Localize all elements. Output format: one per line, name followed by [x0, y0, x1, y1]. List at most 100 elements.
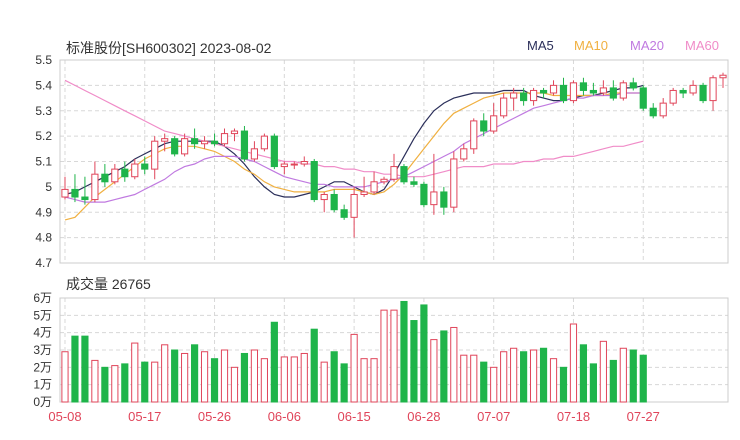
volume-bar [141, 361, 149, 403]
candle-body [121, 168, 129, 178]
volume-bar [280, 356, 288, 403]
candle-body [290, 163, 298, 166]
volume-bar [629, 349, 637, 403]
candle-body [599, 87, 607, 94]
candle-body [171, 138, 179, 155]
price-tick-label: 5.2 [35, 129, 52, 143]
volume-bar [390, 309, 398, 403]
candle-body [440, 191, 448, 208]
candle-body [450, 158, 458, 208]
candle-body [400, 166, 408, 183]
candle-body [280, 163, 288, 168]
volume-bar [639, 354, 647, 403]
volume-bar [500, 351, 508, 403]
candle-body [500, 97, 508, 117]
date-label: 07-07 [477, 409, 510, 424]
candle-body [191, 138, 199, 145]
candle-body [629, 82, 637, 89]
volume-bar [350, 333, 358, 403]
volume-bar [370, 358, 378, 403]
volume-bar [310, 328, 318, 403]
price-tick-label: 5.4 [35, 78, 52, 92]
volume-bar [400, 300, 408, 403]
volume-tick-label: 4万 [33, 326, 52, 340]
candle-body [360, 191, 368, 195]
candle-body [639, 87, 647, 109]
volume-bar [420, 304, 428, 403]
candle-body [181, 138, 189, 155]
date-label: 06-15 [337, 409, 370, 424]
volume-tick-label: 5万 [33, 308, 52, 322]
candle-body [210, 140, 219, 145]
candle-body [350, 193, 358, 218]
date-label: 05-17 [128, 409, 161, 424]
candle-body [709, 77, 717, 102]
candle-body [719, 74, 727, 79]
candle-body [529, 89, 538, 102]
candle-body [240, 130, 249, 160]
candle-body [539, 89, 548, 94]
candle-body [520, 92, 528, 102]
volume-bar [200, 351, 209, 403]
candle-body [659, 102, 667, 117]
candle-body [679, 89, 687, 94]
volume-bar [529, 349, 538, 403]
candle-body [230, 130, 239, 135]
volume-bar [210, 358, 219, 403]
date-label: 06-28 [407, 409, 440, 424]
candle-body [161, 138, 169, 142]
volume-bar [549, 358, 558, 403]
volume-bar [61, 351, 69, 403]
candle-body [480, 120, 488, 132]
price-tick-label: 5 [45, 180, 52, 194]
volume-tick-label: 3万 [33, 343, 52, 357]
volume-bar [520, 351, 528, 403]
candle-body [270, 135, 278, 168]
volume-bar [410, 320, 418, 403]
volume-bar [250, 349, 259, 403]
volume-bar [470, 354, 478, 403]
volume-bar [440, 330, 448, 403]
volume-bar [480, 361, 488, 403]
volume-bar [330, 351, 338, 403]
candle-body [310, 161, 318, 201]
volume-bar [161, 344, 169, 403]
candle-body [589, 89, 597, 94]
volume-bar [181, 352, 189, 403]
volume-tick-label: 1万 [33, 378, 52, 392]
volume-bar [111, 365, 119, 403]
volume-bar [220, 349, 229, 403]
price-tick-label: 4.7 [35, 256, 52, 270]
candle-body [370, 181, 378, 193]
volume-tick-label: 2万 [33, 360, 52, 374]
candle-body [250, 148, 259, 160]
volume-bar [131, 342, 139, 403]
candle-body [390, 166, 398, 180]
candle-body [699, 84, 707, 102]
date-label: 07-27 [627, 409, 660, 424]
volume-bar [460, 354, 468, 403]
volume-bar [230, 366, 239, 403]
volume-bar [300, 352, 308, 403]
candle-body [380, 178, 388, 183]
volume-bar [101, 366, 109, 403]
candle-body [490, 115, 498, 132]
volume-bar [380, 309, 388, 403]
volume-bar [320, 361, 328, 403]
candle-body [569, 82, 578, 102]
candle-body [300, 161, 308, 165]
candle-body [559, 84, 568, 102]
volume-bar [510, 347, 518, 403]
stock-chart: 标准股份[SH600302] 2023-08-02 MA5 MA10 MA20 … [0, 0, 740, 440]
candle-body [430, 191, 438, 206]
volume-bar [260, 358, 268, 403]
price-tick-label: 5.5 [35, 53, 52, 67]
volume-bar [490, 366, 498, 403]
candle-body [549, 84, 558, 94]
candle-body [669, 89, 677, 104]
candle-body [689, 84, 697, 94]
volume-bar [569, 323, 578, 403]
candle-body [510, 92, 518, 99]
candle-body [200, 140, 209, 145]
candle-body [420, 183, 428, 206]
